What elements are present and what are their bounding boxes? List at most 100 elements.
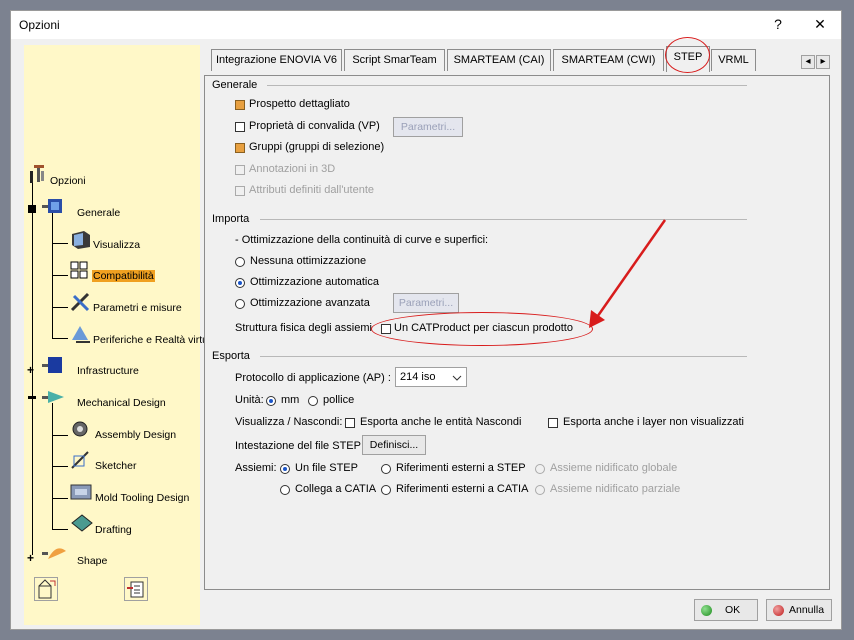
annulla-label: Annulla [789, 604, 825, 616]
tree-item-mold-tooling[interactable]: Mold Tooling Design [95, 492, 189, 504]
esporta-nascondi-checkbox[interactable] [345, 418, 355, 428]
esporta-layer-label: Esporta anche i layer non visualizzati [563, 416, 744, 428]
prospetto-label: Prospetto dettagliato [249, 98, 350, 110]
tab-integrazione-enovia[interactable]: Integrazione ENOVIA V6 [211, 49, 342, 71]
close-button[interactable]: ✕ [810, 16, 830, 33]
tree-item-periferiche[interactable]: Periferiche e Realtà virtu [93, 334, 208, 346]
mm-label: mm [281, 394, 300, 406]
tree-item-sketcher[interactable]: Sketcher [95, 460, 136, 472]
collega-catia-radio[interactable] [280, 485, 290, 495]
nidificato-globale-radio[interactable] [535, 464, 545, 474]
mold-tooling-icon [70, 484, 92, 500]
options-root-icon [30, 165, 44, 183]
definisci-button[interactable]: Definisci... [362, 435, 426, 455]
help-button[interactable]: ? [768, 16, 788, 32]
tree-item-parametri[interactable]: Parametri e misure [93, 302, 182, 314]
ok-icon [701, 605, 712, 616]
tab-script-smarteam[interactable]: Script SmarTeam [344, 49, 445, 71]
esporta-section-title: Esporta [212, 350, 250, 362]
sketcher-icon [71, 451, 89, 469]
nidificato-globale-label: Assieme nidificato globale [550, 462, 678, 474]
collapse-icon[interactable] [28, 396, 36, 399]
avanzata-label: Ottimizzazione avanzata [250, 297, 370, 309]
collega-catia-label: Collega a CATIA [295, 483, 377, 495]
compatibilita-icon [70, 261, 88, 279]
rif-catia-radio[interactable] [381, 485, 391, 495]
gruppi-checkbox[interactable] [235, 143, 245, 153]
chevron-down-icon [452, 375, 462, 381]
step-panel: Generale Prospetto dettagliato Proprietà… [204, 75, 830, 590]
gruppi-label: Gruppi (gruppi di selezione) [249, 141, 385, 153]
protocollo-label: Protocollo di applicazione (AP) : [235, 372, 391, 384]
tab-smarteam-cai[interactable]: SMARTEAM (CAI) [447, 49, 551, 71]
separator [267, 85, 747, 86]
esporta-nascondi-label: Esporta anche le entità Nascondi [360, 416, 522, 428]
expand-icon[interactable]: + [27, 363, 34, 377]
nidificato-parziale-radio[interactable] [535, 485, 545, 495]
tab-scroll-left-button[interactable]: ◂ [801, 55, 815, 69]
parametri-avanzata-button[interactable]: Parametri... [393, 293, 459, 313]
assembly-design-icon [72, 421, 88, 437]
export-options-button[interactable] [124, 577, 148, 601]
tree-item-generale[interactable]: Generale [77, 207, 120, 219]
annotation-arrow [589, 219, 667, 328]
nessuna-label: Nessuna ottimizzazione [250, 255, 367, 267]
annulla-button[interactable]: Annulla [766, 599, 832, 621]
rif-step-label: Riferimenti esterni a STEP [396, 462, 526, 474]
attributi-label: Attributi definiti dall'utente [249, 184, 375, 196]
generale-section-title: Generale [212, 79, 258, 91]
protocollo-select[interactable]: 214 iso [395, 367, 467, 387]
separator [260, 219, 747, 220]
tree-item-assembly-design[interactable]: Assembly Design [95, 429, 176, 441]
options-dialog: Opzioni ? ✕ Opzioni Generale Visualizza … [10, 10, 842, 630]
title-bar: Opzioni ? ✕ [11, 11, 841, 39]
nidificato-parziale-label: Assieme nidificato parziale [550, 483, 681, 495]
reset-options-icon [38, 579, 56, 599]
annotazioni-checkbox[interactable] [235, 165, 245, 175]
pollice-radio[interactable] [308, 396, 318, 406]
catproduct-highlight [371, 312, 593, 346]
collapse-icon[interactable] [28, 205, 36, 213]
prospetto-checkbox[interactable] [235, 100, 245, 110]
tree-item-shape[interactable]: Shape [77, 555, 107, 567]
export-options-icon [127, 581, 144, 598]
unita-label: Unità: [235, 394, 264, 406]
intestazione-label: Intestazione del file STEP: [235, 440, 365, 452]
attributi-checkbox[interactable] [235, 186, 245, 196]
ok-button[interactable]: OK [694, 599, 758, 621]
tree-item-infrastructure[interactable]: Infrastructure [77, 365, 139, 377]
rif-step-radio[interactable] [381, 464, 391, 474]
tree-item-visualizza[interactable]: Visualizza [93, 239, 140, 251]
options-tree: Opzioni Generale Visualizza Compatibilit… [24, 45, 208, 625]
tree-item-mechanical-design[interactable]: Mechanical Design [77, 397, 166, 409]
tab-smarteam-cwi[interactable]: SMARTEAM (CWI) [553, 49, 664, 71]
cancel-icon [773, 605, 784, 616]
generale-icon [42, 199, 62, 213]
tab-scroll-right-button[interactable]: ▸ [816, 55, 830, 69]
shape-icon [42, 548, 66, 559]
pollice-label: pollice [323, 394, 355, 406]
tab-vrml[interactable]: VRML [711, 49, 756, 71]
periferiche-icon [72, 326, 90, 343]
proprieta-label: Proprietà di convalida (VP) [249, 120, 380, 132]
tree-item-drafting[interactable]: Drafting [95, 524, 132, 536]
importa-section-title: Importa [212, 213, 250, 225]
proprieta-checkbox[interactable] [235, 122, 245, 132]
mm-radio[interactable] [266, 396, 276, 406]
esporta-layer-checkbox[interactable] [548, 418, 558, 428]
parametri-icon [70, 292, 90, 312]
visualizza-nascondi-label: Visualizza / Nascondi: [235, 416, 343, 428]
avanzata-radio[interactable] [235, 299, 245, 309]
parametri-vp-button[interactable]: Parametri... [393, 117, 463, 137]
expand-icon[interactable]: + [27, 551, 34, 565]
tree-root-label[interactable]: Opzioni [50, 175, 86, 187]
drafting-icon [71, 514, 93, 532]
tree-line [52, 213, 53, 339]
automatica-label: Ottimizzazione automatica [250, 276, 379, 288]
un-file-step-radio[interactable] [280, 464, 290, 474]
nessuna-radio[interactable] [235, 257, 245, 267]
automatica-radio[interactable] [235, 278, 245, 288]
protocollo-value: 214 iso [400, 371, 436, 383]
tree-item-compatibilita[interactable]: Compatibilità [92, 270, 155, 282]
reset-options-button[interactable] [34, 577, 58, 601]
